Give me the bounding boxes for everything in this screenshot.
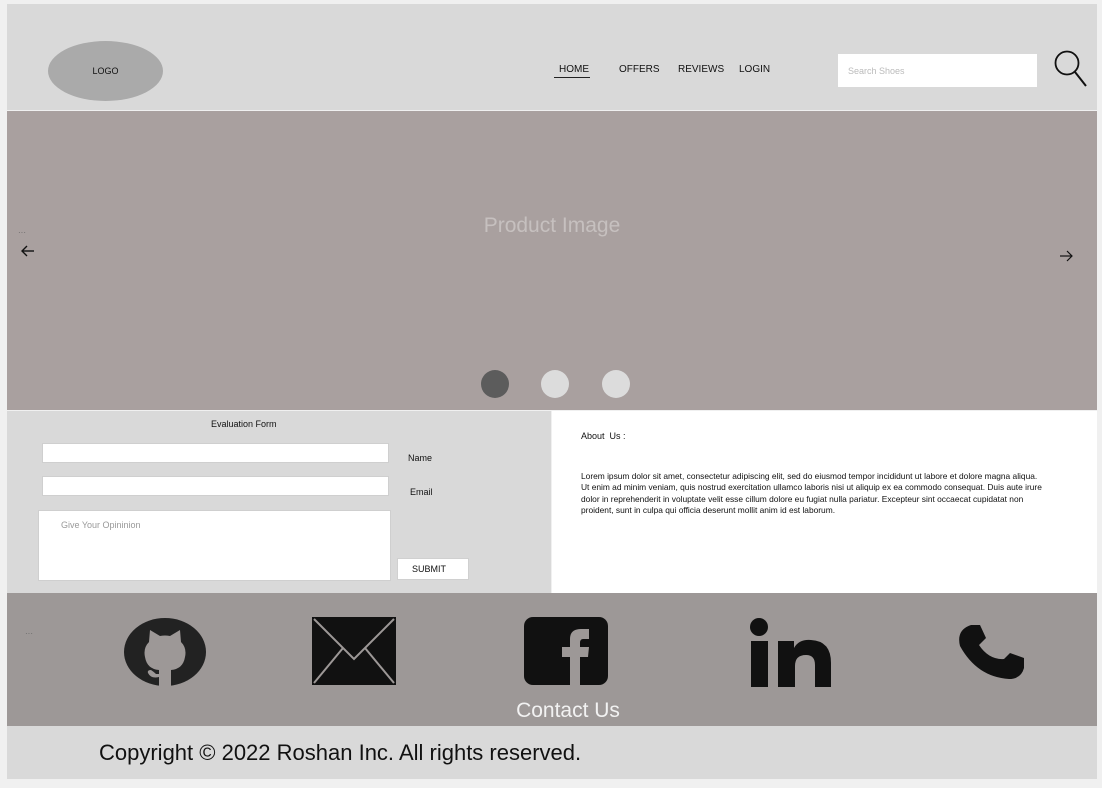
nav-home[interactable]: HOME (559, 64, 589, 75)
handle-dots: ··· (18, 228, 26, 237)
evaluation-form: Evaluation Form Name Email SUBMIT (7, 411, 551, 593)
email-field[interactable] (42, 476, 389, 496)
name-field[interactable] (42, 443, 389, 463)
nav-offers[interactable]: OFFERS (619, 64, 660, 75)
about-text: Lorem ipsum dolor sit amet, consectetur … (581, 471, 1042, 516)
logo[interactable]: LOGO (48, 41, 163, 101)
phone-icon[interactable] (957, 624, 1025, 680)
active-nav-underline (554, 77, 590, 78)
nav-login[interactable]: LOGIN (739, 64, 770, 75)
product-image-placeholder: Product Image (483, 214, 621, 237)
arrow-left-icon[interactable] (21, 244, 35, 258)
arrow-right-icon[interactable] (1059, 249, 1073, 263)
search-icon[interactable] (1053, 48, 1089, 90)
nav-reviews[interactable]: REVIEWS (678, 64, 724, 75)
handle-dots: ··· (25, 629, 33, 638)
about-title: About Us : (581, 431, 626, 441)
linkedin-icon[interactable] (749, 617, 833, 687)
site-header: LOGO HOME OFFERS REVIEWS LOGIN (7, 4, 1097, 110)
search-input[interactable] (838, 54, 1037, 87)
copyright-text: Copyright © 2022 Roshan Inc. All rights … (99, 740, 582, 765)
carousel-dot-1[interactable] (481, 370, 509, 398)
contact-section: ··· Contact Us (7, 593, 1097, 726)
about-section: About Us : Lorem ipsum dolor sit amet, c… (552, 411, 1097, 593)
carousel-dot-3[interactable] (602, 370, 630, 398)
contact-title: Contact Us (516, 699, 620, 722)
submit-button[interactable]: SUBMIT (397, 558, 469, 580)
site-footer: Copyright © 2022 Roshan Inc. All rights … (7, 726, 1097, 779)
github-icon[interactable] (123, 617, 207, 687)
form-title: Evaluation Form (211, 419, 277, 429)
name-label: Name (408, 453, 433, 463)
opinion-textarea[interactable] (38, 510, 391, 581)
carousel-dot-2[interactable] (541, 370, 569, 398)
email-label: Email (410, 487, 433, 497)
logo-text: LOGO (92, 66, 119, 76)
mail-icon[interactable] (312, 617, 396, 685)
product-carousel: Product Image ··· (7, 111, 1097, 410)
facebook-icon[interactable] (524, 617, 608, 685)
